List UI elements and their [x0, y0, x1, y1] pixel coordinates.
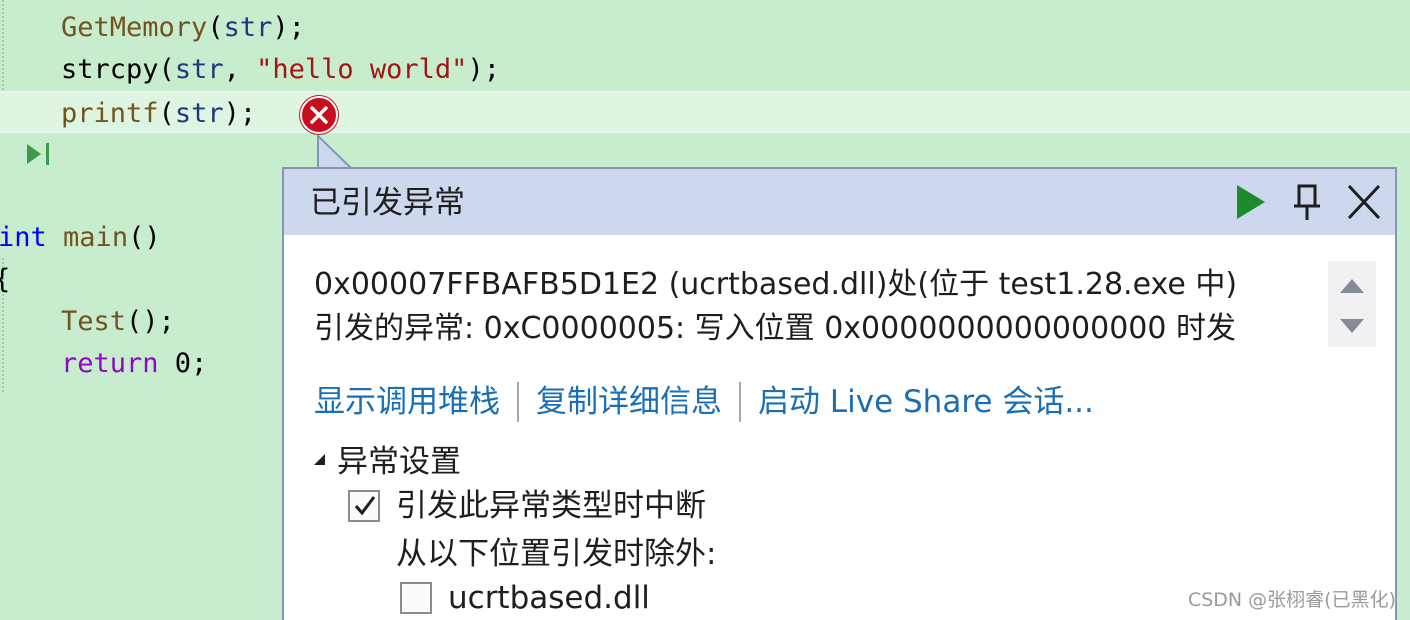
code-token: strcpy — [61, 54, 159, 85]
checkmark-icon — [354, 496, 376, 516]
pin-icon — [1294, 184, 1320, 220]
code-token: str — [223, 12, 273, 43]
code-text: return 0; — [61, 343, 207, 385]
code-token: () — [128, 222, 161, 253]
close-icon — [1347, 184, 1381, 220]
code-token: Test — [61, 306, 127, 337]
close-button[interactable] — [1344, 181, 1384, 223]
code-token: , — [223, 54, 257, 85]
popup-header: 已引发异常 — [284, 169, 1395, 235]
code-line[interactable]: strcpy(str, "hello world"); — [0, 49, 1410, 91]
watermark: CSDN @张栩睿(已黑化) — [1187, 589, 1396, 611]
copy-details-link[interactable]: 复制详细信息 — [536, 380, 722, 424]
code-token: str — [174, 54, 224, 85]
exception-message-line: 引发的异常: 0xC0000005: 写入位置 0x00000000000000… — [314, 311, 1236, 346]
code-token: 0; — [158, 348, 208, 379]
exception-settings-toggle[interactable]: 异常设置 — [314, 441, 461, 483]
exception-actions: 显示调用堆栈 复制详细信息 启动 Live Share 会话... — [314, 380, 1094, 424]
play-icon — [1237, 185, 1265, 219]
code-token: ); — [223, 98, 257, 129]
code-line[interactable]: GetMemory(str); — [0, 7, 1410, 49]
code-text: { — [0, 259, 10, 301]
link-divider — [517, 382, 519, 422]
code-token: main — [63, 222, 129, 253]
exception-message: 0x00007FFBAFB5D1E2 (ucrtbased.dll)处(位于 t… — [314, 263, 1314, 351]
code-token: printf — [61, 98, 159, 129]
pin-button[interactable] — [1288, 181, 1328, 223]
module-exception-option[interactable]: ucrtbased.dll — [400, 577, 650, 619]
scroll-down-icon[interactable] — [1340, 319, 1364, 333]
continue-button[interactable] — [1230, 181, 1270, 223]
code-token: { — [0, 264, 10, 295]
code-token: return — [61, 348, 159, 379]
code-text: int main() — [0, 217, 161, 259]
code-token: ); — [467, 54, 500, 85]
code-token: ( — [207, 12, 224, 43]
exception-settings-label: 异常设置 — [337, 444, 461, 480]
current-code-line[interactable]: printf(str); — [0, 91, 1410, 133]
link-divider — [739, 382, 741, 422]
code-token: (); — [126, 306, 175, 337]
break-when-thrown-option[interactable]: 引发此异常类型时中断 — [348, 485, 706, 527]
exception-helper-popup: 已引发异常 0x00007FFBAFB5D1E2 (ucrtbased.dll)… — [282, 167, 1397, 620]
code-text: strcpy(str, "hello world"); — [61, 49, 500, 91]
scroll-up-icon[interactable] — [1340, 279, 1364, 293]
except-when-from-label: 从以下位置引发时除外: — [396, 536, 717, 572]
code-token: str — [174, 98, 224, 129]
popup-pointer — [317, 134, 355, 170]
run-to-cursor-icon[interactable] — [24, 140, 58, 168]
code-token: ( — [158, 54, 175, 85]
code-text: GetMemory(str); — [61, 7, 305, 49]
code-token: int — [0, 222, 47, 253]
show-call-stack-link[interactable]: 显示调用堆栈 — [314, 380, 500, 424]
break-when-thrown-checkbox[interactable] — [348, 490, 380, 522]
break-when-thrown-label: 引发此异常类型时中断 — [396, 488, 706, 524]
ucrtbased-checkbox[interactable] — [400, 582, 432, 614]
code-token: ); — [272, 12, 305, 43]
code-token: "hello world" — [256, 54, 468, 85]
message-scrollbar[interactable] — [1328, 261, 1376, 347]
start-live-share-link[interactable]: 启动 Live Share 会话... — [758, 380, 1094, 424]
error-icon[interactable] — [300, 96, 338, 134]
exception-message-line: 0x00007FFBAFB5D1E2 (ucrtbased.dll)处(位于 t… — [314, 267, 1238, 302]
code-text: printf(str); — [61, 93, 256, 135]
code-token: GetMemory — [61, 12, 208, 43]
code-text: Test(); — [61, 301, 175, 343]
exception-title: 已引发异常 — [310, 185, 465, 221]
code-token: ( — [158, 98, 175, 129]
expand-triangle-icon — [314, 454, 325, 465]
module-label: ucrtbased.dll — [448, 580, 650, 616]
